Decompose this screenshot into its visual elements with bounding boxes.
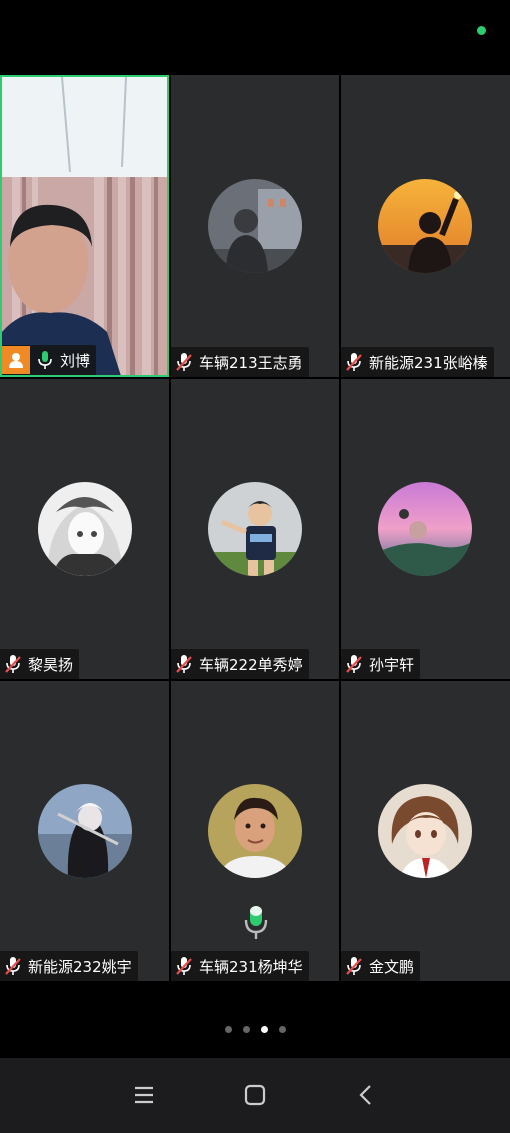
participant-tile[interactable]: 新能源232姚宇 (0, 681, 169, 981)
back-icon[interactable] (351, 1080, 381, 1110)
participant-nameplate: 车辆222单秀婷 (171, 649, 309, 679)
participant-nameplate: 新能源232姚宇 (0, 951, 138, 981)
participant-name: 车辆222单秀婷 (199, 655, 303, 674)
participant-name: 新能源231张峪榛 (369, 353, 488, 372)
host-badge-icon (2, 346, 30, 374)
participant-grid: 刘博 车辆213王志勇 新能源231张峪榛 黎昊扬 车辆222单秀婷 孙宇轩 新… (0, 75, 510, 981)
microphone-muted-icon (346, 655, 362, 673)
avatar (38, 482, 132, 576)
participant-name: 车辆231杨坤华 (199, 957, 303, 976)
microphone-muted-icon (176, 957, 192, 975)
avatar (208, 784, 302, 878)
participant-nameplate: 金文鹏 (341, 951, 421, 981)
page-dot[interactable] (242, 1026, 250, 1033)
avatar (38, 784, 132, 878)
avatar (378, 179, 472, 273)
avatar (208, 482, 302, 576)
page-indicator[interactable] (0, 1026, 510, 1033)
participant-name: 金文鹏 (369, 957, 415, 976)
microphone-on-icon (38, 351, 52, 369)
camera-video-feed (2, 77, 167, 375)
participant-name: 刘博 (60, 351, 91, 370)
participant-tile[interactable]: 金文鹏 (341, 681, 510, 981)
avatar (378, 784, 472, 878)
participant-nameplate: 车辆213王志勇 (171, 347, 309, 377)
participant-name: 车辆213王志勇 (199, 353, 303, 372)
participant-nameplate: 孙宇轩 (341, 649, 421, 679)
participant-tile[interactable]: 黎昊扬 (0, 379, 169, 679)
microphone-muted-icon (176, 655, 192, 673)
participant-tile[interactable]: 车辆231杨坤华 (171, 681, 339, 981)
participant-name: 孙宇轩 (369, 655, 415, 674)
microphone-muted-icon (5, 957, 21, 975)
participant-tile[interactable]: 车辆222单秀婷 (171, 379, 339, 679)
home-icon[interactable] (240, 1080, 270, 1110)
participant-nameplate: 刘博 (2, 345, 97, 375)
participant-tile[interactable]: 孙宇轩 (341, 379, 510, 679)
avatar (378, 482, 472, 576)
participant-tile[interactable]: 新能源231张峪榛 (341, 75, 510, 377)
participant-tile-video[interactable]: 刘博 (0, 75, 169, 377)
page-dot-active[interactable] (260, 1026, 268, 1033)
participant-nameplate: 新能源231张峪榛 (341, 347, 494, 377)
recording-status-dot (477, 26, 486, 35)
microphone-muted-icon (346, 353, 362, 371)
participant-tile[interactable]: 车辆213王志勇 (171, 75, 339, 377)
microphone-muted-icon (5, 655, 21, 673)
participant-nameplate: 车辆231杨坤华 (171, 951, 309, 981)
menu-icon[interactable] (129, 1080, 159, 1110)
avatar (208, 179, 302, 273)
participant-name: 黎昊扬 (28, 655, 74, 674)
page-dot[interactable] (278, 1026, 286, 1033)
page-dot[interactable] (224, 1026, 232, 1033)
system-navigation-bar (0, 1058, 510, 1133)
microphone-muted-icon (346, 957, 362, 975)
microphone-muted-icon (176, 353, 192, 371)
participant-nameplate: 黎昊扬 (0, 649, 80, 679)
participant-name: 新能源232姚宇 (28, 957, 132, 976)
speaking-microphone-icon (244, 906, 268, 939)
